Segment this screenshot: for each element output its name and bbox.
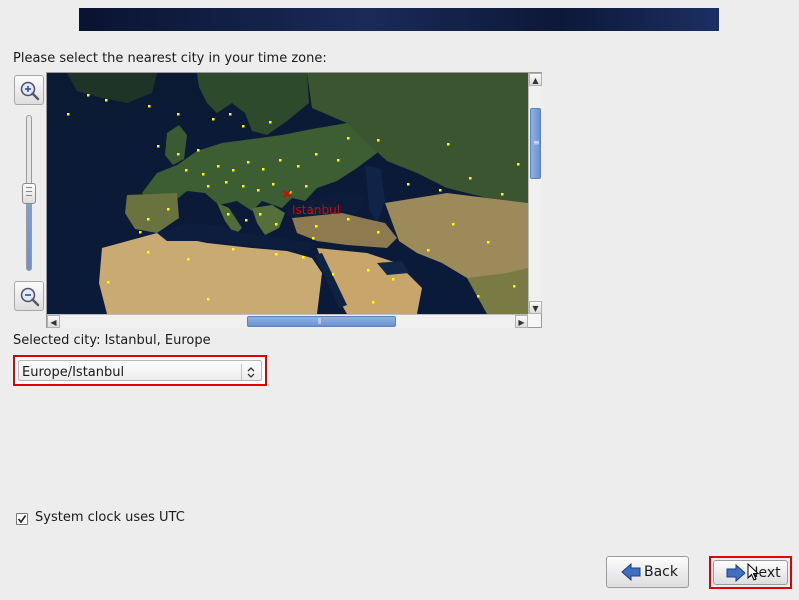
scroll-right-arrow-icon[interactable]: ▶ — [515, 315, 528, 328]
back-button-label: Back — [644, 564, 678, 580]
map-vertical-scrollbar[interactable]: ▲ ≡ ▼ — [528, 73, 542, 314]
timezone-select[interactable]: Europe/Istanbul — [13, 355, 267, 386]
zoom-slider-thumb[interactable] — [22, 183, 36, 204]
timezone-map[interactable]: Istanbul — [47, 73, 528, 314]
scroll-left-arrow-icon[interactable]: ◀ — [47, 315, 60, 328]
zoom-out-icon — [20, 287, 40, 307]
map-horizontal-scrollbar[interactable]: ◀ ⦀ ▶ — [47, 314, 528, 328]
mouse-cursor-icon — [747, 563, 759, 581]
scroll-up-arrow-icon[interactable]: ▲ — [529, 73, 542, 86]
back-button[interactable]: Back — [606, 556, 689, 588]
grip-icon: ⦀ — [318, 317, 322, 326]
timezone-select-value: Europe/Istanbul — [22, 365, 125, 380]
world-map-image: Istanbul — [47, 73, 528, 314]
header-banner — [79, 8, 719, 31]
grip-icon: ≡ — [533, 138, 540, 147]
zoom-out-button[interactable] — [14, 281, 44, 311]
back-arrow-icon — [621, 563, 641, 581]
next-arrow-icon — [726, 564, 746, 582]
timezone-map-frame: Istanbul ▲ ≡ ▼ ◀ ⦀ ▶ — [46, 72, 542, 328]
map-horizontal-scroll-thumb[interactable]: ⦀ — [247, 316, 396, 327]
map-vertical-scroll-thumb[interactable]: ≡ — [530, 108, 541, 179]
page-prompt: Please select the nearest city in your t… — [13, 51, 327, 66]
checkmark-icon — [17, 515, 27, 524]
scroll-down-arrow-icon[interactable]: ▼ — [529, 301, 542, 314]
selected-city-map-label: Istanbul — [292, 203, 340, 217]
utc-checkbox[interactable] — [16, 513, 28, 525]
utc-checkbox-label: System clock uses UTC — [35, 510, 185, 525]
updown-arrows-icon — [247, 367, 255, 378]
zoom-in-icon — [20, 81, 40, 101]
selected-city-label: Selected city: Istanbul, Europe — [13, 333, 211, 348]
zoom-in-button[interactable] — [14, 75, 44, 105]
